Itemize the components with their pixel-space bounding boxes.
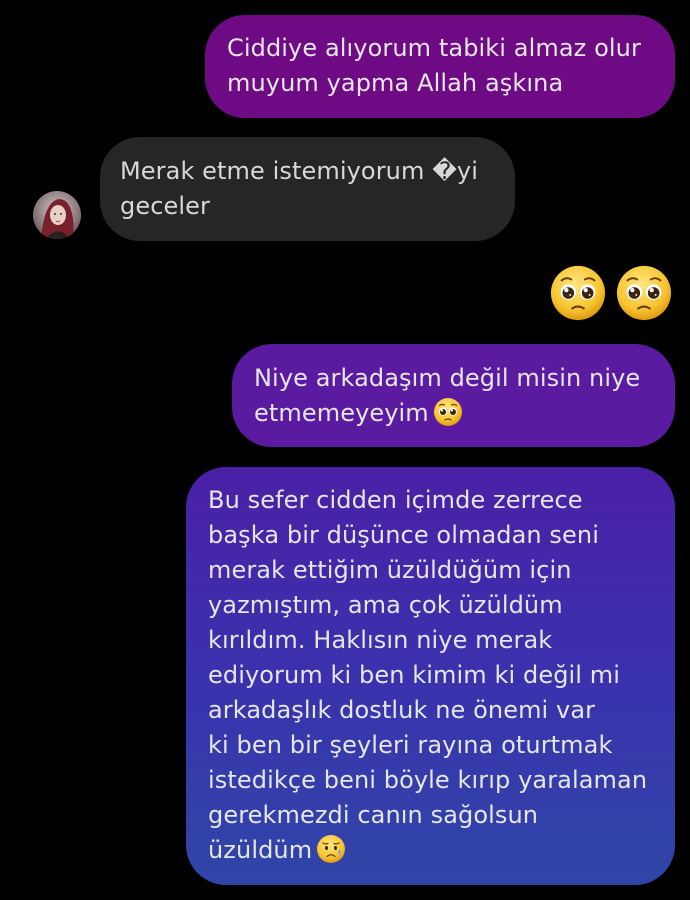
message-text: Bu sefer cidden içimde zerrece başka bir… [208,486,648,864]
message-bubble-received[interactable]: Merak etme istemiyorum �yi geceler [100,137,515,241]
avatar-image [33,191,81,239]
message-text: Ciddiye alıyorum tabiki almaz olur muyum… [227,34,641,97]
pleading-face-icon [616,265,672,321]
pleading-face-icon [433,398,462,426]
message-text: Merak etme istemiyorum �yi geceler [120,157,478,220]
message-bubble-sent[interactable]: Ciddiye alıyorum tabiki almaz olur muyum… [205,15,675,118]
message-bubble-sent[interactable]: Niye arkadaşım değil misin niye etmemeye… [232,344,675,447]
avatar[interactable] [33,191,81,239]
pleading-face-icon [550,265,606,321]
emoji-message[interactable] [549,264,673,322]
message-bubble-sent[interactable]: Bu sefer cidden içimde zerrece başka bir… [186,467,675,885]
sad-but-relieved-face-icon [317,835,346,863]
